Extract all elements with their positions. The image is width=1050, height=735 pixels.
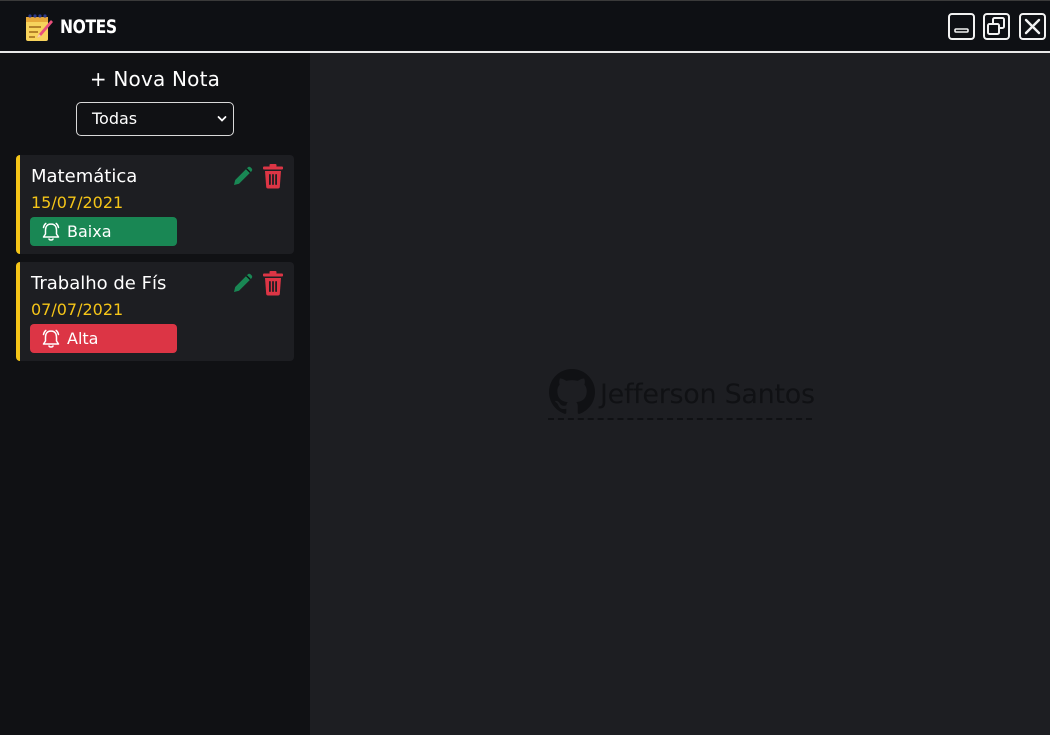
priority-badge: Baixa (30, 217, 177, 246)
trash-icon[interactable] (261, 270, 285, 296)
note-content-area: Jefferson Santos (310, 53, 1050, 735)
bell-icon (42, 329, 60, 348)
priority-label: Baixa (67, 222, 112, 241)
note-date: 15/07/2021 (31, 193, 124, 212)
author-name: Jefferson Santos (600, 379, 815, 410)
priority-label: Alta (67, 329, 99, 348)
filter-selected-value: Todas (92, 109, 138, 128)
app-window: NOTES + Nova Nota Todas Matemática 15/07… (0, 0, 1050, 735)
chevron-down-icon (217, 116, 227, 122)
pencil-icon[interactable] (231, 164, 255, 188)
pencil-icon[interactable] (231, 271, 255, 295)
note-title: Matemática (31, 166, 138, 187)
title-bar: NOTES (0, 0, 1050, 53)
note-title: Trabalho de Fís (31, 273, 167, 294)
author-credit-link[interactable]: Jefferson Santos (548, 367, 815, 420)
note-card[interactable]: Trabalho de Fís 07/07/2021 Alta (16, 262, 294, 361)
app-brand: NOTES (24, 11, 129, 43)
priority-filter-select[interactable]: Todas (76, 102, 234, 136)
trash-icon[interactable] (261, 163, 285, 189)
close-button[interactable] (1019, 13, 1046, 40)
note-card[interactable]: Matemática 15/07/2021 Baixa (16, 155, 294, 254)
minimize-button[interactable] (948, 13, 975, 40)
notepad-pencil-icon (26, 14, 53, 41)
sidebar: + Nova Nota Todas Matemática 15/07/2021 … (0, 53, 310, 735)
priority-badge: Alta (30, 324, 177, 353)
bell-icon (42, 222, 60, 241)
note-date: 07/07/2021 (31, 300, 124, 319)
restore-button[interactable] (983, 13, 1010, 40)
new-note-button[interactable]: + Nova Nota (0, 67, 310, 91)
app-title: NOTES (60, 16, 117, 38)
minimize-icon (954, 28, 969, 33)
close-icon (1024, 18, 1041, 35)
github-icon (549, 369, 595, 414)
restore-icon (987, 17, 1005, 35)
